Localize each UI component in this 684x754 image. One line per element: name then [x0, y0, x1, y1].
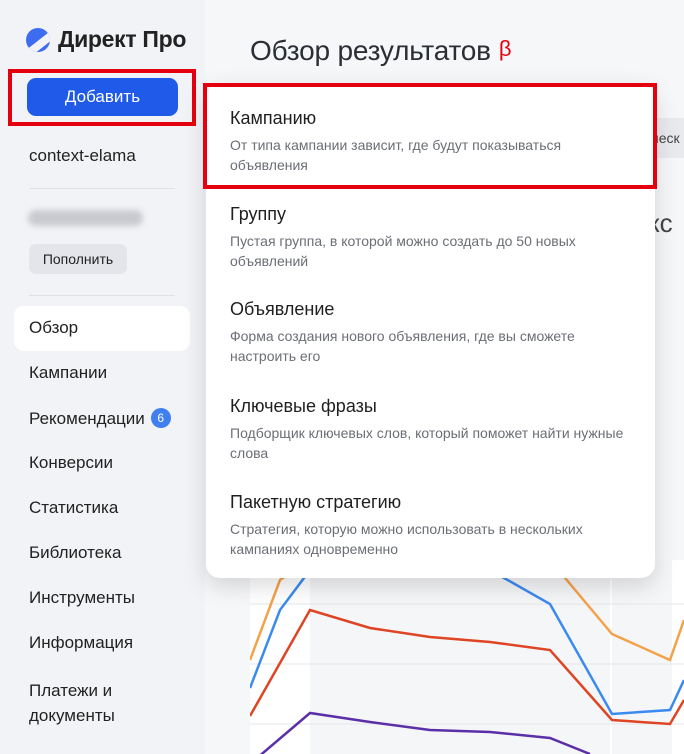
nav-item-recommendations[interactable]: Рекомендации 6	[29, 408, 171, 429]
topup-button[interactable]: Пополнить	[29, 244, 127, 274]
menu-item-group[interactable]: Группу Пустая группа, в которой можно со…	[230, 203, 630, 271]
logo[interactable]: Директ Про	[26, 26, 186, 53]
menu-item-campaign[interactable]: Кампанию От типа кампании зависит, где б…	[230, 107, 630, 175]
nav-item-tools[interactable]: Инструменты	[29, 588, 135, 608]
overview-chart	[250, 560, 684, 754]
menu-item-description: Стратегия, которую можно использовать в …	[230, 521, 583, 557]
menu-item-description: Пустая группа, в которой можно создать д…	[230, 233, 576, 269]
divider	[29, 295, 175, 296]
account-name[interactable]: context-elama	[29, 146, 136, 166]
menu-item-title: Группу	[230, 204, 287, 224]
menu-item-description: От типа кампании зависит, где будут пока…	[230, 137, 562, 173]
nav-item-conversions[interactable]: Конверсии	[29, 453, 113, 473]
nav-item-information[interactable]: Информация	[29, 633, 133, 653]
beta-badge: β	[498, 36, 512, 61]
nav-item-campaigns[interactable]: Кампании	[29, 363, 107, 383]
add-button-highlight	[8, 69, 196, 126]
balance-blurred	[28, 210, 143, 226]
menu-item-keywords[interactable]: Ключевые фразы Подборщик ключевых слов, …	[230, 395, 630, 463]
logo-text: Директ Про	[58, 26, 187, 52]
nav-item-overview[interactable]: Обзор	[29, 318, 78, 338]
add-dropdown-menu: Кампанию От типа кампании зависит, где б…	[206, 83, 655, 578]
divider	[29, 188, 175, 189]
page-title: Обзор результатов β	[250, 35, 512, 67]
chart-hover-band	[310, 560, 610, 754]
menu-item-title: Объявление	[230, 299, 335, 319]
recommendations-count-badge: 6	[150, 408, 171, 428]
page-title-text: Обзор результатов	[250, 35, 491, 66]
menu-item-title: Ключевые фразы	[230, 396, 377, 416]
menu-item-ad[interactable]: Объявление Форма создания нового объявле…	[230, 298, 630, 366]
nav-item-library[interactable]: Библиотека	[29, 543, 121, 563]
direct-logo-icon	[26, 27, 50, 52]
nav-item-label: Рекомендации	[29, 409, 145, 428]
menu-item-package-strategy[interactable]: Пакетную стратегию Стратегия, которую мо…	[230, 491, 630, 559]
menu-item-title: Кампанию	[230, 108, 317, 128]
chart-svg	[250, 560, 684, 754]
menu-item-title: Пакетную стратегию	[230, 492, 402, 512]
nav-item-payments[interactable]: Платежи и документы	[29, 678, 149, 728]
nav-item-statistics[interactable]: Статистика	[29, 498, 118, 518]
menu-item-description: Форма создания нового объявления, где вы…	[230, 328, 575, 364]
menu-item-description: Подборщик ключевых слов, который поможет…	[230, 425, 624, 461]
